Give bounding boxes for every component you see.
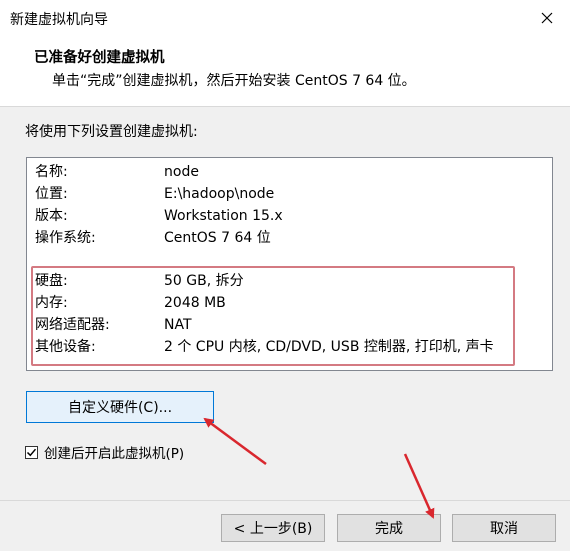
annotation-arrow-finish [403, 453, 435, 519]
customize-hardware-button[interactable]: 自定义硬件(C)... [26, 391, 214, 423]
close-icon [541, 12, 553, 24]
summary-value: node [164, 164, 199, 180]
summary-value: CentOS 7 64 位 [164, 230, 271, 246]
finish-button[interactable]: 完成 [337, 514, 441, 542]
window-title: 新建虚拟机向导 [10, 12, 108, 28]
summary-value: 2048 MB [164, 295, 226, 311]
summary-value: NAT [164, 317, 192, 333]
power-on-checkbox[interactable]: 创建后开启此虚拟机(P) [25, 443, 185, 462]
intro-text: 将使用下列设置创建虚拟机: [25, 124, 198, 140]
annotation-arrow-customize [203, 417, 267, 466]
summary-key: 内存: [35, 295, 68, 311]
header-subtitle: 单击“完成”创建虚拟机，然后开始安装 CentOS 7 64 位。 [52, 73, 416, 89]
wizard-header: 已准备好创建虚拟机 单击“完成”创建虚拟机，然后开始安装 CentOS 7 64… [0, 36, 570, 107]
cancel-button[interactable]: 取消 [452, 514, 556, 542]
summary-key: 其他设备: [35, 339, 96, 355]
footer-separator [0, 500, 570, 501]
summary-key: 版本: [35, 208, 68, 224]
close-button[interactable] [524, 0, 570, 36]
checkmark-icon [26, 448, 37, 456]
power-on-label: 创建后开启此虚拟机(P) [44, 446, 185, 462]
summary-value: 50 GB, 拆分 [164, 273, 244, 289]
summary-value: Workstation 15.x [164, 208, 283, 224]
settings-summary: 名称: node 位置: E:\hadoop\node 版本: Workstat… [26, 157, 553, 371]
title-bar: 新建虚拟机向导 [0, 0, 570, 36]
summary-value: E:\hadoop\node [164, 186, 275, 202]
summary-key: 硬盘: [35, 273, 68, 289]
summary-key: 名称: [35, 164, 68, 180]
summary-key: 操作系统: [35, 230, 96, 246]
checkbox-box[interactable] [25, 445, 38, 459]
header-title: 已准备好创建虚拟机 [34, 50, 165, 66]
summary-value: 2 个 CPU 内核, CD/DVD, USB 控制器, 打印机, 声卡 [164, 339, 494, 355]
summary-key: 位置: [35, 186, 68, 202]
summary-key: 网络适配器: [35, 317, 110, 333]
back-button[interactable]: < 上一步(B) [221, 514, 325, 542]
